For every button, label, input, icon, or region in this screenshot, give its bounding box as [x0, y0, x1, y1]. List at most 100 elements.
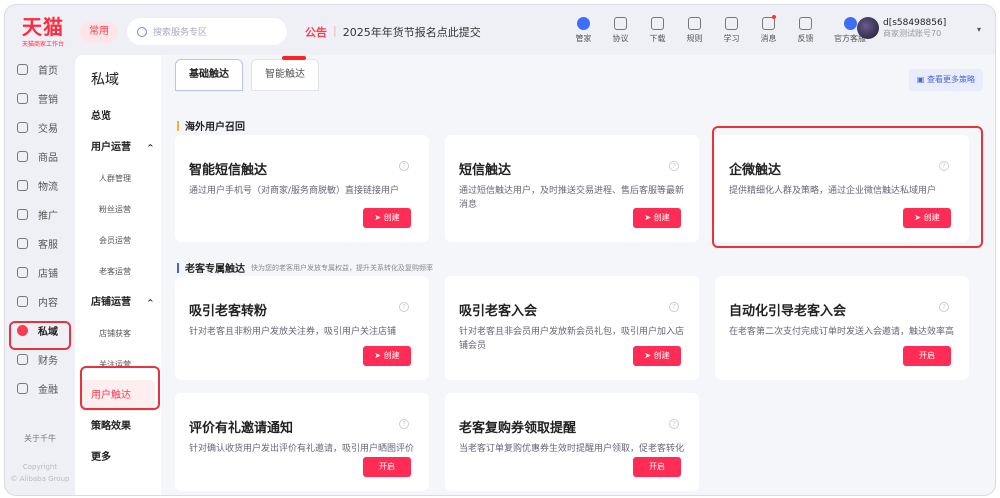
subnav-item-2[interactable]: 人群管理 [75, 163, 161, 194]
logo-subtitle: 天猫商家工作台 [21, 41, 64, 48]
copyright: Copyright [22, 463, 58, 471]
help-icon[interactable]: ? [939, 161, 949, 171]
tab-smart-reach[interactable]: 智能触达 [251, 56, 319, 91]
subnav-item-10[interactable]: 策略效果 [75, 411, 161, 442]
button-label: 创建 [653, 351, 670, 360]
subnav-item-1[interactable]: 用户运营 ^ [75, 132, 161, 163]
card-title: 智能短信触达 [189, 163, 268, 178]
help-icon[interactable]: ? [399, 419, 409, 429]
nav-icon [17, 383, 28, 394]
tool-message[interactable]: 消息 [750, 15, 787, 44]
chevron-up-icon[interactable]: ^ [147, 132, 154, 163]
app-window: 天猫 天猫商家工作台 常用 搜索服务专区 公告 | 2025年年货节报名点此提交 管家… [4, 4, 996, 496]
enable-button[interactable]: 开启 [633, 457, 681, 477]
create-button[interactable]: ➤ 创建 [903, 208, 951, 228]
about-link[interactable]: 关于千牛 [5, 433, 75, 444]
nav-item-1[interactable]: 营销 [5, 84, 75, 113]
nav-item-9[interactable]: 私域 [5, 316, 75, 345]
search-icon [137, 26, 147, 37]
subnav-item-11[interactable]: 更多 [75, 442, 161, 473]
nav-icon [17, 93, 28, 104]
nav-item-6[interactable]: 客服 [5, 229, 75, 258]
nav-item-0[interactable]: 首页 [5, 55, 75, 84]
user-menu[interactable]: d[s58498856] 商家测试账号70 [857, 17, 946, 39]
nav-item-11[interactable]: 金融 [5, 374, 75, 403]
nav-label: 首页 [38, 66, 58, 77]
tool-rules[interactable]: 规则 [676, 17, 713, 44]
create-button[interactable]: ➤ 创建 [633, 346, 681, 366]
nav-item-10[interactable]: 财务 [5, 345, 75, 374]
subnav-item-4[interactable]: 会员运营 [75, 225, 161, 256]
button-label: 查看更多策略 [927, 75, 975, 84]
chevron-down-icon[interactable]: ▾ [977, 25, 981, 34]
strategy-card: 吸引老客转粉? 针对老客且非粉用户发放关注券，吸引用户关注店铺 ➤ 创建 [175, 276, 429, 380]
section-heading: 老客专属触达 [185, 264, 245, 275]
view-more-strategies-button[interactable]: ▣ 查看更多策略 [908, 69, 983, 91]
section-description: 快为您的老客用户发放专属权益，提升关系转化及复购频率 [251, 263, 433, 272]
tool-butler[interactable]: 管家 [565, 17, 602, 44]
help-icon[interactable]: ? [669, 302, 679, 312]
nav-icon [17, 64, 28, 75]
help-icon[interactable]: ? [399, 161, 409, 171]
section-overseas-recall: 海外用户召回 [177, 118, 245, 133]
button-label: 开启 [919, 351, 935, 360]
nav-item-5[interactable]: 推广 [5, 200, 75, 229]
announcement[interactable]: 公告 | 2025年年货节报名点此提交 [305, 24, 481, 40]
rules-icon [688, 17, 701, 30]
subnav-label: 人群管理 [99, 174, 131, 183]
copyright-company: © Alibaba Group [10, 475, 70, 483]
create-button[interactable]: ➤ 创建 [363, 208, 411, 228]
nav-item-8[interactable]: 内容 [5, 287, 75, 316]
user-name: d[s58498856] [883, 17, 947, 28]
chevron-up-icon[interactable]: ^ [147, 287, 154, 318]
enable-button[interactable]: 开启 [903, 346, 951, 366]
tool-agreement[interactable]: 协议 [602, 17, 639, 44]
common-button[interactable]: 常用 [80, 21, 118, 43]
section-old-customer: 老客专属触达 快为您的老客用户发放专属权益，提升关系转化及复购频率 [177, 260, 433, 275]
support-icon [843, 17, 857, 30]
button-label: 开启 [649, 462, 665, 471]
subnav-item-0[interactable]: 总览 [75, 101, 161, 132]
tool-label: 反馈 [797, 34, 814, 43]
nav-item-7[interactable]: 店铺 [5, 258, 75, 287]
tool-feedback[interactable]: 反馈 [787, 17, 824, 44]
subnav-label: 更多 [91, 452, 111, 463]
help-icon[interactable]: ? [399, 302, 409, 312]
nav-item-4[interactable]: 物流 [5, 171, 75, 200]
tool-label: 消息 [760, 34, 777, 43]
create-button[interactable]: ➤ 创建 [363, 346, 411, 366]
section-marker [177, 262, 179, 273]
nav-label: 商品 [38, 153, 58, 164]
subnav-item-6[interactable]: 店铺运营 ^ [75, 287, 161, 318]
nav-icon [17, 354, 28, 365]
tool-learn[interactable]: 学习 [713, 17, 750, 44]
subnav-item-9[interactable]: 用户触达 [81, 380, 155, 411]
tab-basic-reach[interactable]: 基础触达 [175, 59, 243, 91]
notification-dot [772, 15, 776, 19]
nav-icon [17, 209, 28, 220]
download-icon [651, 17, 664, 30]
nav-icon [17, 122, 28, 133]
subnav-item-5[interactable]: 老客运营 [75, 256, 161, 287]
help-icon[interactable]: ? [669, 419, 679, 429]
nav-icon [17, 151, 28, 162]
tool-label: 协议 [612, 34, 629, 43]
create-button[interactable]: ➤ 创建 [633, 208, 681, 228]
user-account: 商家测试账号70 [883, 28, 942, 38]
tool-download[interactable]: 下载 [639, 17, 676, 44]
subnav-item-3[interactable]: 粉丝运营 [75, 194, 161, 225]
help-icon[interactable]: ? [939, 302, 949, 312]
search-input[interactable]: 搜索服务专区 [127, 18, 287, 45]
card-title: 吸引老客转粉 [189, 304, 268, 319]
subnav-label: 用户触达 [91, 390, 131, 401]
tmall-logo[interactable]: 天猫 天猫商家工作台 [15, 11, 71, 48]
nav-label: 店铺 [38, 269, 58, 280]
subnav-item-8[interactable]: 关注运营 [75, 349, 161, 380]
nav-item-2[interactable]: 交易 [5, 113, 75, 142]
help-icon[interactable]: ? [669, 161, 679, 171]
nav-item-3[interactable]: 商品 [5, 142, 75, 171]
subnav-item-7[interactable]: 店铺获客 [75, 318, 161, 349]
button-label: 开启 [379, 462, 395, 471]
nav-icon [17, 325, 28, 336]
enable-button[interactable]: 开启 [363, 457, 411, 477]
